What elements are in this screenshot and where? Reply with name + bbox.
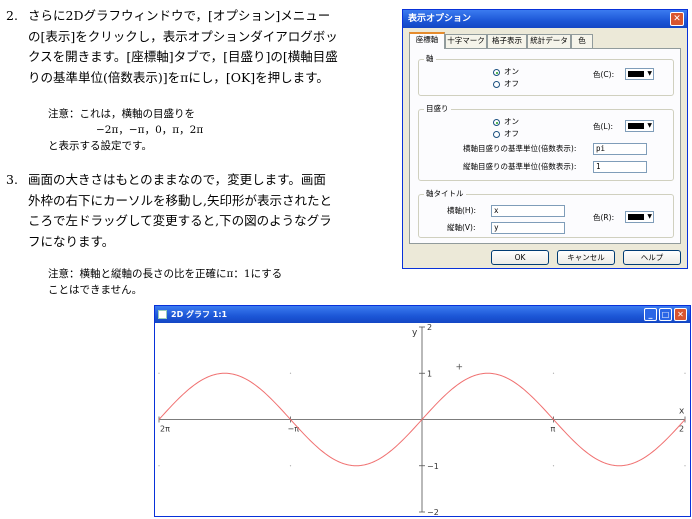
x-axis-label: x	[679, 407, 685, 417]
grid-dot	[552, 465, 555, 467]
item-3-note: 注意：横軸と縦軸の長さの比を正確にπ：1にする ことはできません。	[48, 266, 282, 298]
graph-title-bar: 2D グラフ 1:1 _ □ ✕	[155, 306, 690, 323]
text-line: の[表示]をクリックし，表示オプションダイアログボッ	[28, 28, 338, 44]
display-options-dialog: 表示オプション ✕ 座標軸 十字マーク 格子表示 統計データ 色 軸 オン オフ…	[402, 9, 688, 269]
text-line: りの基準単位(倍数表示)]をπにし，[OK]を押します。	[28, 69, 329, 85]
note-line: と表示する設定です。	[48, 140, 152, 152]
item-2-number: 2.	[6, 8, 18, 23]
radio-label: オン	[504, 117, 519, 126]
radio-label: オン	[504, 67, 519, 76]
axes-panel: 軸 オン オフ 色(C): ▼ 目盛り オン オフ 色(L): ▼ 横軸目盛りの…	[409, 48, 681, 244]
dialog-title-bar: 表示オプション ✕	[403, 10, 687, 28]
axis-title-group: 軸タイトル 横軸(H): x 縦軸(V): y 色(R): ▼	[418, 189, 674, 238]
x-title-input[interactable]: x	[491, 205, 565, 217]
tab-crosshair[interactable]: 十字マーク	[445, 34, 487, 48]
x-tick-label: 2π	[160, 425, 170, 434]
text-line: 外枠の右下にカーソルを移動し,矢印形が表示されたと	[28, 192, 332, 208]
grid-dot	[289, 372, 292, 374]
group-title: 軸	[424, 54, 436, 64]
graph-window-title: 2D グラフ 1:1	[171, 310, 228, 319]
axis-off-radio[interactable]	[493, 81, 500, 88]
note-line: ことはできません。	[48, 284, 143, 296]
x-unit-input[interactable]: pi	[593, 143, 647, 155]
item-2-text: さらに2Dグラフウィンドウで，[オプション]メニュー の[表示]をクリックし，表…	[28, 6, 338, 88]
x-tick-label: −π	[288, 425, 300, 434]
tick-color-dropdown[interactable]: ▼	[625, 120, 654, 132]
item-2-note: 注意：これは，横軸の目盛りを −2π，−π，0，π，2π と表示する設定です。	[48, 106, 203, 154]
help-button[interactable]: ヘルプ	[623, 250, 681, 265]
y-unit-label: 縦軸目盛りの基準単位(倍数表示):	[463, 162, 577, 171]
group-title: 目盛り	[424, 104, 451, 114]
y-tick-label: −2	[427, 508, 439, 516]
note-line: 注意：これは，横軸の目盛りを	[48, 108, 195, 120]
tab-axes[interactable]: 座標軸	[409, 32, 445, 49]
radio-label: オフ	[504, 129, 519, 138]
note-line: 注意：横軸と縦軸の長さの比を正確にπ：1にする	[48, 268, 283, 280]
x-unit-label: 横軸目盛りの基準単位(倍数表示):	[463, 144, 577, 153]
tab-statistics[interactable]: 統計データ	[527, 34, 571, 48]
y-title-input[interactable]: y	[491, 222, 565, 234]
text-line: 画面の大きさはもとのままなので，変更します。画面	[28, 172, 326, 187]
text-line: ころで左ドラッグして変更すると,下の図のようなグラ	[28, 213, 332, 228]
color-label: 色(C):	[593, 70, 615, 79]
dropdown-arrow-icon: ▼	[647, 213, 652, 220]
radio-label: オフ	[504, 79, 519, 88]
x-tick-label: π	[551, 425, 556, 434]
grid-dot	[684, 465, 686, 467]
close-icon[interactable]: ✕	[670, 12, 684, 26]
maximize-icon[interactable]: □	[659, 308, 672, 321]
group-title: 軸タイトル	[424, 189, 466, 199]
text-line: フになります。	[28, 233, 115, 249]
note-line: −2π，−π，0，π，2π	[96, 124, 204, 136]
item-3-number: 3.	[6, 172, 18, 187]
app-icon	[158, 310, 167, 319]
close-icon[interactable]: ✕	[674, 308, 687, 321]
y-tick-label: −1	[427, 462, 439, 471]
tab-grid[interactable]: 格子表示	[487, 34, 527, 48]
axis-color-dropdown[interactable]: ▼	[625, 68, 654, 80]
dropdown-arrow-icon: ▼	[647, 122, 652, 129]
grid-dot	[158, 465, 160, 467]
tick-off-radio[interactable]	[493, 131, 500, 138]
minimize-icon[interactable]: _	[644, 308, 657, 321]
item-3-text: 画面の大きさはもとのままなので，変更します。画面 外枠の右下にカーソルを移動し,…	[28, 170, 332, 252]
graph-window: 2D グラフ 1:1 _ □ ✕ 2π −π π 2 2 1 −1 −2 + x y	[154, 305, 691, 517]
axis-group: 軸 オン オフ 色(C): ▼	[418, 54, 674, 96]
y-tick-label: 2	[427, 323, 432, 332]
y-unit-input[interactable]: 1	[593, 161, 647, 173]
x-title-label: 横軸(H):	[447, 206, 477, 215]
y-tick-label: 1	[427, 369, 432, 378]
grid-dot	[684, 372, 686, 374]
grid-dot	[552, 372, 555, 374]
axis-on-radio[interactable]	[493, 69, 500, 76]
text-line: クスを開きます。[座標軸]タブで，[目盛り]の[横軸目盛	[28, 49, 338, 64]
y-title-label: 縦軸(V):	[447, 223, 476, 232]
tick-on-radio[interactable]	[493, 119, 500, 126]
sine-chart[interactable]: 2π −π π 221−1−2 + x y	[155, 323, 690, 516]
tick-group: 目盛り オン オフ 色(L): ▼ 横軸目盛りの基準単位(倍数表示): pi 縦…	[418, 104, 674, 181]
ok-button[interactable]: OK	[491, 250, 549, 265]
cancel-button[interactable]: キャンセル	[557, 250, 615, 265]
title-color-dropdown[interactable]: ▼	[625, 211, 654, 223]
tab-color[interactable]: 色	[571, 34, 593, 48]
text-line: さらに2Dグラフウィンドウで，[オプション]メニュー	[28, 8, 331, 23]
grid-dot	[289, 465, 292, 467]
crosshair-mark: +	[455, 363, 463, 373]
color-label: 色(R):	[593, 213, 615, 222]
dialog-title: 表示オプション	[408, 14, 472, 24]
dropdown-arrow-icon: ▼	[647, 70, 652, 77]
color-label: 色(L):	[593, 122, 614, 131]
grid-dot	[158, 372, 160, 374]
y-axis-label: y	[412, 328, 418, 338]
